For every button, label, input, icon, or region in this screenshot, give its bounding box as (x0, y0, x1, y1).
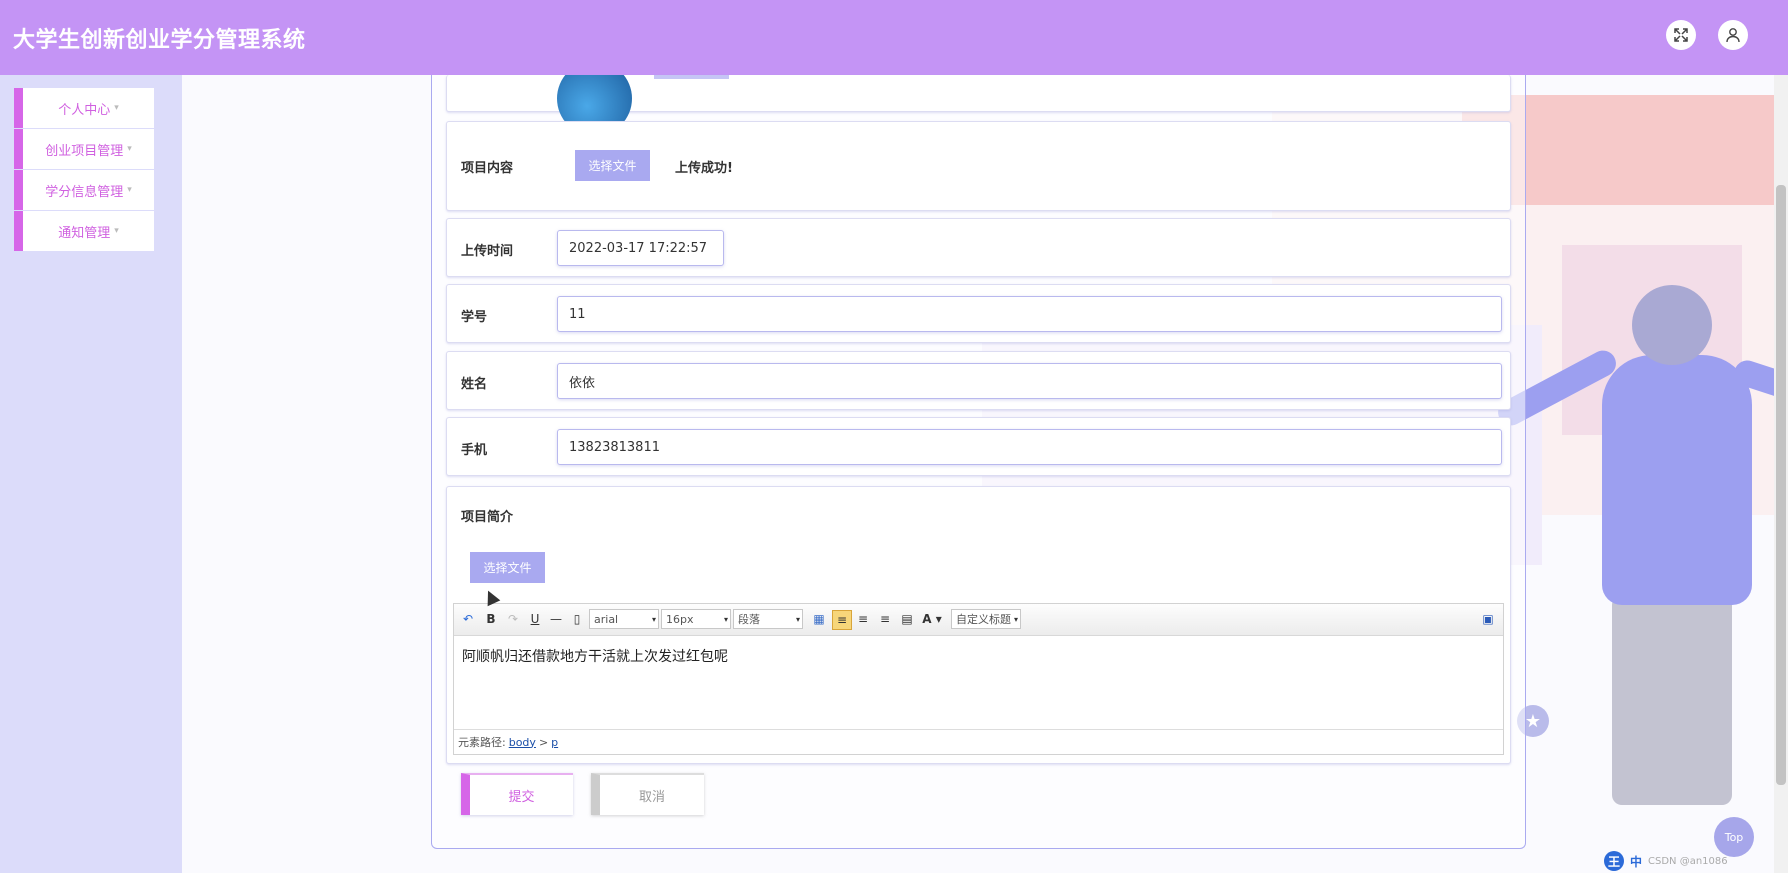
project-intro-card: 项目简介 选择文件 ↶ B ↷ U — ▯ arial ▾ 16px ▾ 段落 ▾ ▦… (446, 486, 1511, 764)
undo-icon[interactable]: ↶ (459, 610, 477, 628)
underline-icon[interactable]: U (526, 610, 544, 628)
align-center-icon[interactable]: ≡ (876, 610, 894, 628)
illustration-person-legs (1612, 595, 1732, 805)
sidebar-item-personal-center[interactable]: 个人中心 ▾ (14, 88, 154, 128)
align-right-icon[interactable]: ≡ (854, 610, 872, 628)
font-family-select[interactable]: arial ▾ (589, 609, 659, 629)
illustration-person-body (1602, 355, 1752, 605)
chevron-down-icon: ▾ (114, 103, 119, 113)
project-content-card: 项目内容 选择文件 上传成功! (446, 121, 1511, 211)
document-icon[interactable]: ▯ (568, 610, 586, 628)
upload-status: 上传成功! (675, 161, 733, 176)
user-button[interactable] (1718, 20, 1748, 50)
ime-language[interactable]: 中 (1630, 853, 1642, 870)
custom-title-select[interactable]: 自定义标题 ▾ (951, 609, 1021, 629)
element-path-body-link[interactable]: body (509, 736, 536, 749)
watermark: CSDN @an1086 (1648, 855, 1728, 867)
upload-time-label: 上传时间 (461, 244, 514, 259)
sidebar-item-label: 创业项目管理 (45, 143, 124, 159)
font-color-icon[interactable]: A ▾ (920, 610, 944, 628)
name-card: 姓名 依依 (446, 351, 1511, 410)
scrollbar-thumb[interactable] (1776, 185, 1786, 785)
top-header: 大学生创新创业学分管理系统 (0, 0, 1788, 75)
project-content-label: 项目内容 (461, 161, 514, 176)
paragraph-value: 段落 (738, 613, 760, 626)
font-size-select[interactable]: 16px ▾ (661, 609, 731, 629)
sidebar-item-notice-management[interactable]: 通知管理 ▾ (14, 211, 154, 251)
element-path-p-link[interactable]: p (551, 736, 558, 749)
horizontal-rule-icon[interactable]: — (547, 610, 565, 628)
student-id-label: 学号 (461, 310, 488, 325)
font-family-value: arial (594, 612, 619, 626)
element-path-separator: > (538, 735, 549, 749)
redo-icon[interactable]: ↷ (504, 610, 522, 628)
dropdown-arrow-icon: ▾ (651, 614, 656, 624)
sidebar-item-project-management[interactable]: 创业项目管理 ▾ (14, 129, 154, 169)
align-left-icon[interactable]: ≡ (832, 610, 852, 630)
submit-button[interactable]: 提交 (461, 773, 573, 815)
phone-input[interactable]: 13823813811 (557, 429, 1502, 465)
dropdown-arrow-icon: ▾ (723, 614, 728, 624)
editor-toolbar: ↶ B ↷ U — ▯ arial ▾ 16px ▾ 段落 ▾ ▦ ≡ ≡ ≡ ▤ A… (454, 604, 1503, 636)
dropdown-arrow-icon: ▾ (795, 614, 800, 624)
sidebar-item-credit-management[interactable]: 学分信息管理 ▾ (14, 170, 154, 210)
app-title: 大学生创新创业学分管理系统 (13, 28, 306, 53)
paragraph-select[interactable]: 段落 ▾ (733, 609, 803, 629)
sidebar-item-label: 个人中心 (58, 102, 111, 118)
bold-icon[interactable]: B (482, 610, 500, 628)
fullscreen-editor-icon[interactable]: ▣ (1479, 610, 1497, 628)
rich-text-editor: ↶ B ↷ U — ▯ arial ▾ 16px ▾ 段落 ▾ ▦ ≡ ≡ ≡ ▤ A… (453, 603, 1504, 755)
name-input[interactable]: 依依 (557, 363, 1502, 399)
avatar-upload-button[interactable] (654, 75, 729, 79)
upload-time-card: 上传时间 2022-03-17 17:22:57 (446, 218, 1511, 277)
project-intro-label: 项目简介 (461, 510, 514, 525)
page-scrollbar[interactable] (1774, 75, 1788, 873)
fullscreen-button[interactable] (1666, 20, 1696, 50)
sidebar-item-label: 通知管理 (58, 225, 111, 241)
table-icon[interactable]: ▦ (810, 610, 828, 628)
student-id-card: 学号 11 (446, 284, 1511, 343)
ime-badge[interactable]: 王 (1604, 851, 1624, 871)
user-icon (1726, 28, 1740, 43)
expand-icon (1674, 28, 1688, 42)
illustration-person-head (1632, 285, 1712, 365)
chevron-down-icon: ▾ (127, 185, 132, 195)
name-label: 姓名 (461, 377, 488, 392)
element-path-label: 元素路径: (458, 736, 506, 749)
custom-title-value: 自定义标题 (956, 613, 1011, 626)
align-justify-icon[interactable]: ▤ (898, 610, 916, 628)
font-color-glyph: A (922, 612, 932, 626)
cancel-button[interactable]: 取消 (591, 773, 704, 815)
editor-element-path: 元素路径: body > p (454, 729, 1503, 754)
dropdown-arrow-icon: ▾ (1013, 614, 1018, 624)
choose-file-button[interactable]: 选择文件 (575, 150, 650, 181)
sidebar-menu: 个人中心 ▾ 创业项目管理 ▾ 学分信息管理 ▾ 通知管理 ▾ (14, 88, 154, 252)
avatar-field-card (446, 75, 1511, 136)
phone-card: 手机 13823813811 (446, 417, 1511, 476)
ime-toolbar: 王 中 CSDN @an1086 (1604, 849, 1774, 873)
chevron-down-icon: ▾ (127, 144, 132, 154)
chevron-down-icon: ▾ (114, 226, 119, 236)
upload-time-input[interactable]: 2022-03-17 17:22:57 (557, 230, 724, 266)
choose-file-button[interactable]: 选择文件 (470, 552, 545, 583)
student-id-input[interactable]: 11 (557, 296, 1502, 332)
phone-label: 手机 (461, 443, 488, 458)
font-size-value: 16px (666, 612, 694, 626)
editor-content[interactable]: 阿顺帆归还借款地方干活就上次发过红包呢 (454, 636, 1503, 729)
sidebar-item-label: 学分信息管理 (45, 184, 124, 200)
